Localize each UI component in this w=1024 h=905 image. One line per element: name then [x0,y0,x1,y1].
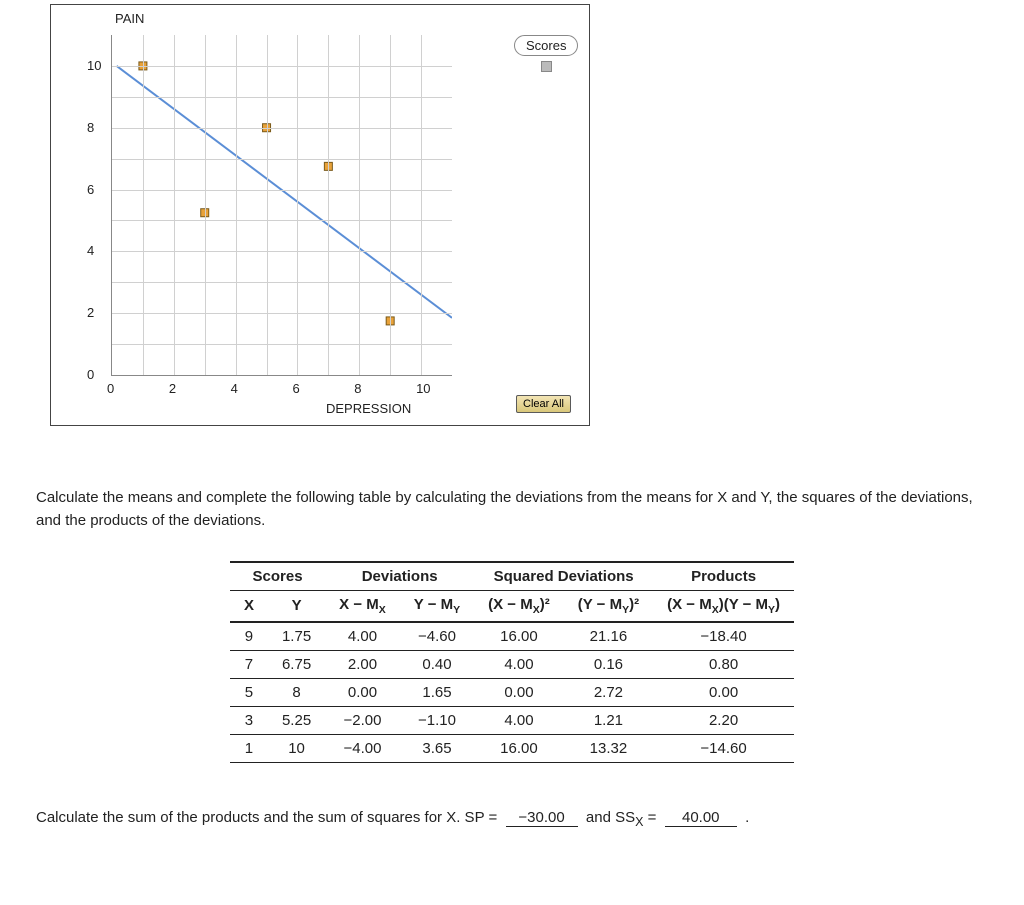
cell-dy2: 1.21 [564,706,653,734]
legend: Scores [514,35,578,75]
cell-dx2: 16.00 [474,734,564,762]
subhdr-y: Y [268,590,325,622]
cell-y: 8 [268,678,325,706]
y-tick-label: 4 [87,243,94,258]
results-prompt: Calculate the sum of the products and th… [36,809,497,826]
table-row: 76.752.000.404.000.160.80 [230,650,794,678]
y-tick-label: 8 [87,120,94,135]
table-group-header-row: Scores Deviations Squared Deviations Pro… [230,562,794,591]
x-tick-label: 6 [292,381,299,396]
cell-dx: −2.00 [325,706,400,734]
cell-dx2: 4.00 [474,706,564,734]
cell-dy2: 2.72 [564,678,653,706]
cell-prod: −14.60 [653,734,794,762]
cell-x: 3 [230,706,268,734]
cell-x: 9 [230,622,268,651]
and-ssx-label: and SS [586,809,635,826]
cell-dx2: 0.00 [474,678,564,706]
subhdr-dx: X − MX [325,590,400,622]
cell-x: 7 [230,650,268,678]
table-row: 35.25−2.00−1.104.001.212.20 [230,706,794,734]
y-tick-label: 6 [87,182,94,197]
y-tick-label: 10 [87,58,101,73]
cell-prod: −18.40 [653,622,794,651]
equals-sign: = [643,809,656,826]
cell-dx: 4.00 [325,622,400,651]
cell-dy: −1.10 [400,706,474,734]
cell-dx2: 4.00 [474,650,564,678]
cell-dx: −4.00 [325,734,400,762]
x-tick-label: 4 [231,381,238,396]
chart-frame: PAIN DEPRESSION Scores Clear All 0 2 4 6 8 10… [50,4,590,426]
cell-dy: 1.65 [400,678,474,706]
cell-dy: 3.65 [400,734,474,762]
subhdr-prod: (X − MX)(Y − MY) [653,590,794,622]
deviations-table: Scores Deviations Squared Deviations Pro… [230,561,794,763]
table-row: 110−4.003.6516.0013.32−14.60 [230,734,794,762]
ssx-value: 40.00 [665,809,737,827]
cell-dx: 2.00 [325,650,400,678]
cell-y: 6.75 [268,650,325,678]
instructions-text: Calculate the means and complete the fol… [36,486,988,533]
table-sub-header-row: X Y X − MX Y − MY (X − MX)² (Y − MY)² (X… [230,590,794,622]
cell-y: 5.25 [268,706,325,734]
chart-plot-area [111,35,452,376]
cell-dy2: 21.16 [564,622,653,651]
cell-dy2: 13.32 [564,734,653,762]
cell-prod: 0.80 [653,650,794,678]
table-row: 580.001.650.002.720.00 [230,678,794,706]
clear-all-button[interactable]: Clear All [516,395,571,413]
y-axis-label: PAIN [115,11,144,26]
group-hdr-scores: Scores [230,562,325,591]
cell-y: 1.75 [268,622,325,651]
cell-dx: 0.00 [325,678,400,706]
table-body: 91.754.00−4.6016.0021.16−18.4076.752.000… [230,622,794,763]
regression-line [117,66,452,318]
subhdr-dx2: (X − MX)² [474,590,564,622]
cell-dx2: 16.00 [474,622,564,651]
subhdr-dy: Y − MY [400,590,474,622]
group-hdr-squared: Squared Deviations [474,562,653,591]
subhdr-x: X [230,590,268,622]
table-row: 91.754.00−4.6016.0021.16−18.40 [230,622,794,651]
cell-x: 1 [230,734,268,762]
sp-value: −30.00 [506,809,578,827]
final-period: . [745,809,749,826]
subhdr-dy2: (Y − MY)² [564,590,653,622]
cell-prod: 0.00 [653,678,794,706]
cell-dy: 0.40 [400,650,474,678]
x-axis-label: DEPRESSION [326,401,411,416]
cell-y: 10 [268,734,325,762]
y-tick-label: 2 [87,305,94,320]
legend-swatch-icon [541,61,552,72]
x-tick-label: 10 [416,381,430,396]
y-tick-label: 0 [87,367,94,382]
x-tick-label: 2 [169,381,176,396]
cell-x: 5 [230,678,268,706]
group-hdr-products: Products [653,562,794,591]
cell-prod: 2.20 [653,706,794,734]
group-hdr-deviations: Deviations [325,562,474,591]
x-tick-label: 0 [107,381,114,396]
legend-title[interactable]: Scores [514,35,578,56]
chart-svg [112,35,452,375]
results-line: Calculate the sum of the products and th… [36,809,988,829]
cell-dy2: 0.16 [564,650,653,678]
x-tick-label: 8 [354,381,361,396]
cell-dy: −4.60 [400,622,474,651]
